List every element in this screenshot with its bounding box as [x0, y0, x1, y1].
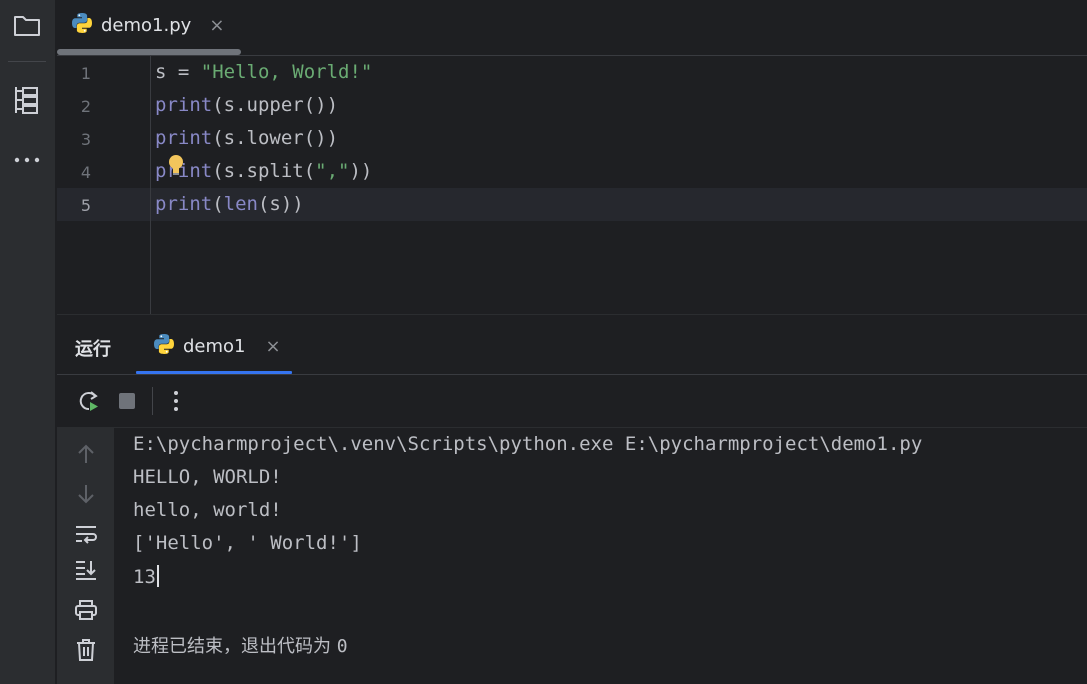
python-icon [153, 333, 175, 359]
console-output-line: HELLO, WORLD! [133, 466, 282, 488]
python-icon [71, 12, 93, 38]
text-caret [156, 565, 159, 587]
arrow-down-icon[interactable] [72, 480, 100, 508]
editor-tab-bar: demo1.py × [57, 0, 1087, 56]
structure-icon[interactable] [12, 85, 42, 115]
code-line: print(s.split(",")) [155, 160, 373, 182]
line-number: 5 [80, 196, 91, 215]
run-panel-title: 运行 [75, 339, 111, 360]
activity-bar [0, 0, 56, 684]
run-tab-close-icon[interactable]: × [266, 336, 281, 357]
code-line: print(s.upper()) [155, 94, 339, 116]
tab-scrollbar[interactable] [57, 49, 241, 55]
tab-label: demo1.py [101, 14, 192, 36]
console-output[interactable]: E:\pycharmproject\.venv\Scripts\python.e… [114, 428, 1087, 684]
toolbar-divider [152, 387, 153, 415]
more-horizontal-icon[interactable] [12, 145, 42, 175]
run-toolbar [57, 375, 1087, 428]
tab-close-icon[interactable]: × [209, 15, 224, 36]
stop-icon[interactable] [113, 387, 141, 415]
line-number: 2 [80, 97, 91, 116]
console-output-line: 13 [133, 565, 159, 588]
code-editor[interactable]: 1 2 3 4 5 s = "Hello, World!" print(s.up… [57, 56, 1087, 314]
code-line: s = "Hello, World!" [155, 61, 373, 83]
code-line: print(len(s)) [155, 193, 304, 215]
tab-demo1-py[interactable]: demo1.py × [71, 8, 224, 42]
folder-icon[interactable] [12, 10, 42, 40]
soft-wrap-icon[interactable] [72, 520, 100, 548]
run-tab-label: demo1 [183, 335, 246, 357]
line-number: 1 [80, 64, 91, 83]
line-number: 3 [80, 130, 91, 149]
arrow-up-icon[interactable] [72, 440, 100, 468]
console-command-line: E:\pycharmproject\.venv\Scripts\python.e… [133, 433, 923, 455]
print-icon[interactable] [72, 596, 100, 624]
active-tab-indicator [136, 371, 292, 374]
lightbulb-icon[interactable] [167, 154, 185, 182]
trash-icon[interactable] [72, 636, 100, 664]
code-line: print(s.lower()) [155, 127, 339, 149]
line-number: 4 [80, 163, 91, 182]
scroll-to-end-icon[interactable] [72, 556, 100, 584]
console-exit-line: 进程已结束，退出代码为 0 [133, 636, 348, 657]
activity-divider [8, 61, 46, 62]
gutter-divider [150, 56, 151, 314]
console-output-line: hello, world! [133, 499, 282, 521]
more-vertical-icon[interactable] [162, 387, 190, 415]
console-side-toolbar [57, 428, 114, 684]
rerun-icon[interactable] [75, 387, 103, 415]
run-panel-header: 运行 demo1 × [57, 314, 1087, 375]
console-output-line: ['Hello', ' World!'] [133, 532, 362, 554]
tab-run-demo1[interactable]: demo1 × [153, 333, 281, 359]
